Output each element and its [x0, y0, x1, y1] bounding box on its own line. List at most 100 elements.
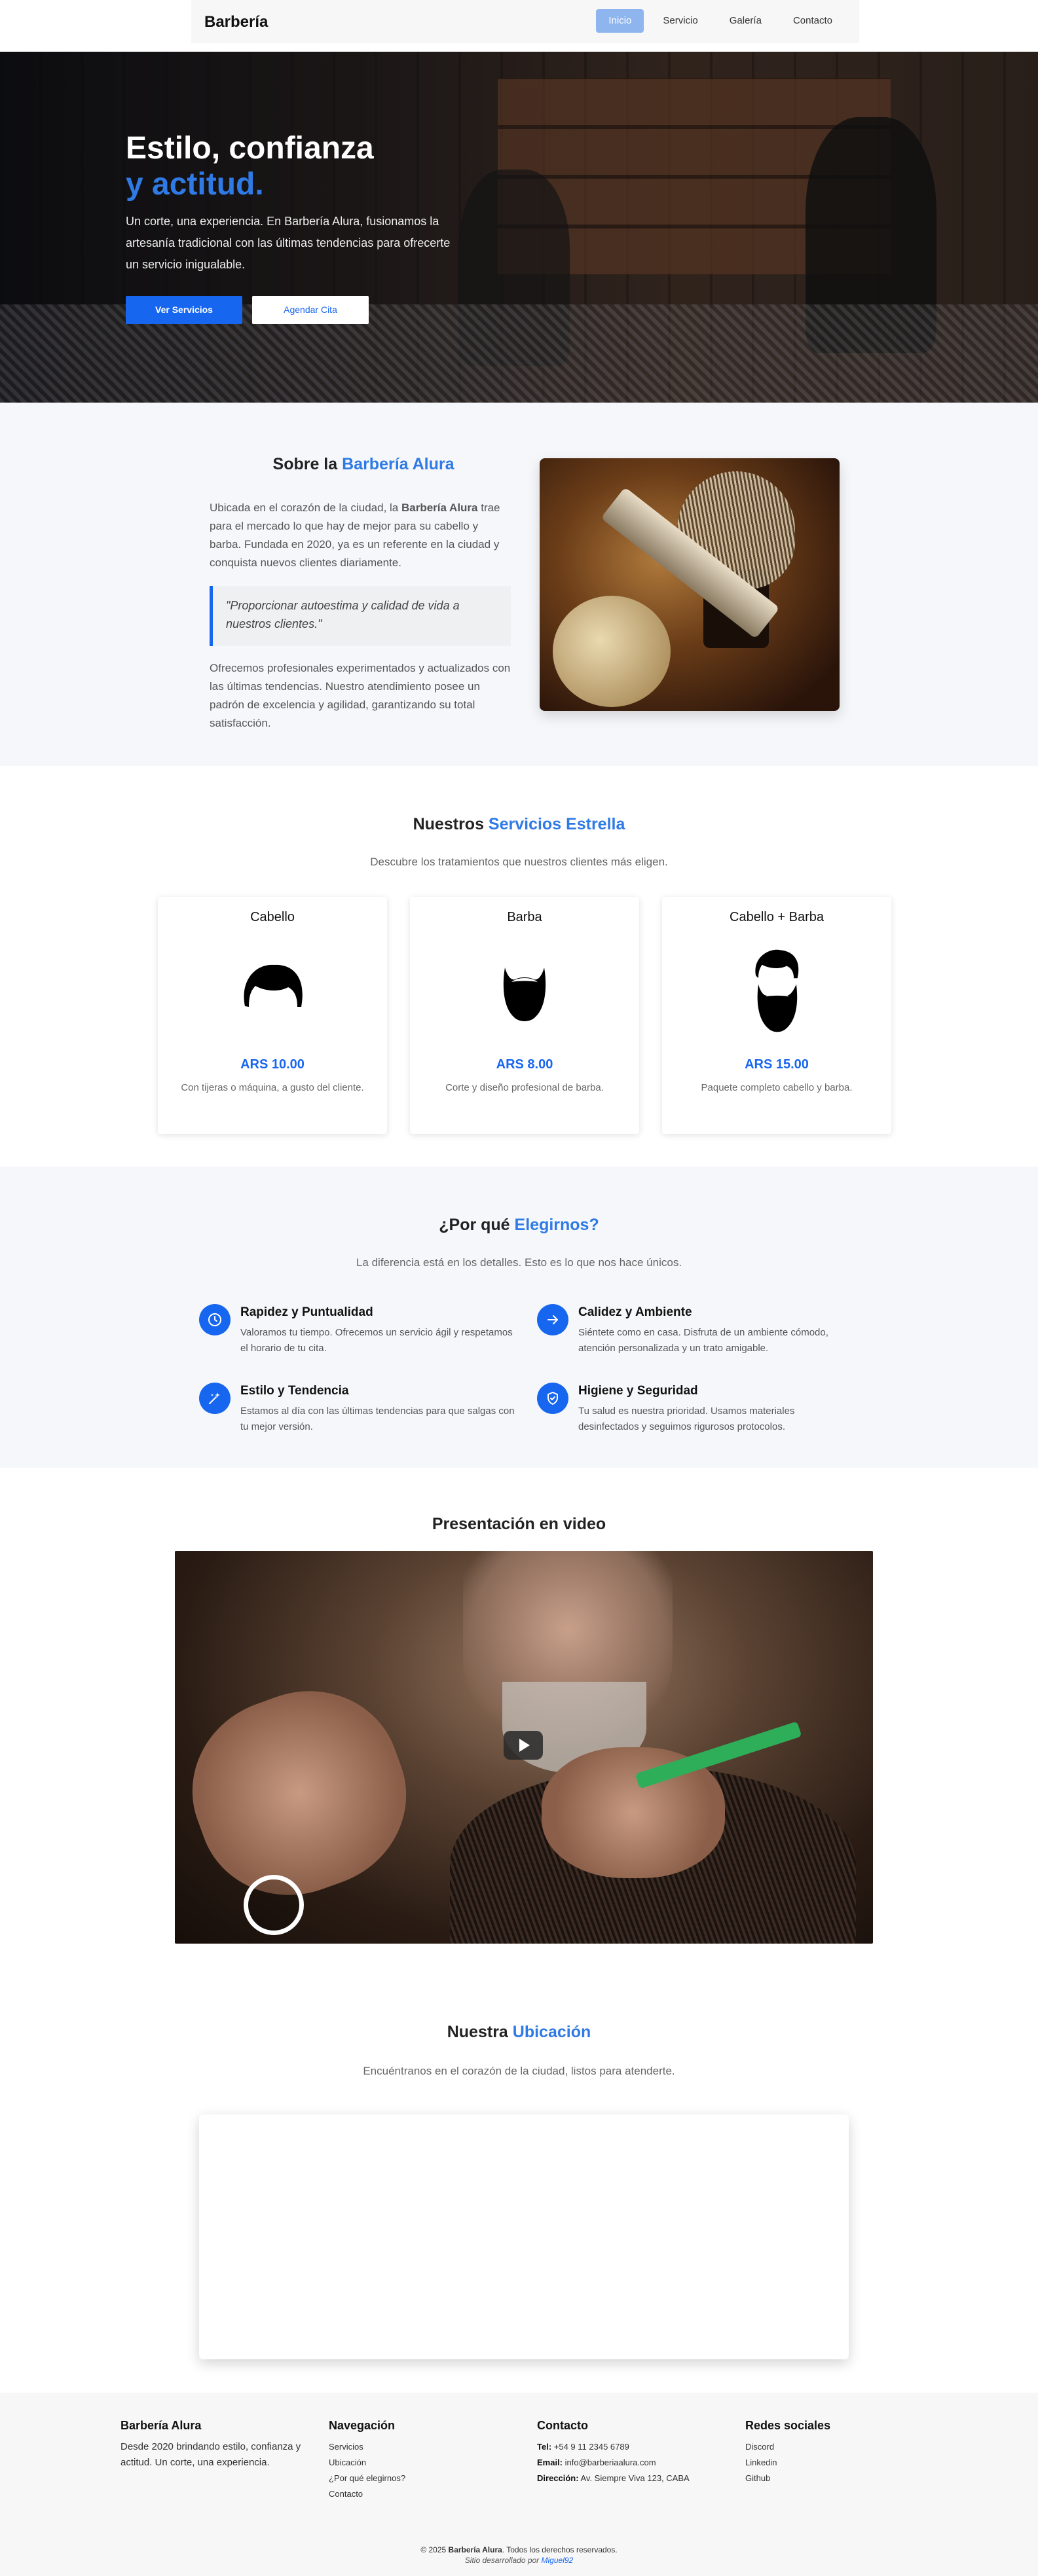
footer-address: Dirección: Av. Siempre Viva 123, CABA [537, 2471, 690, 2486]
service-card-price: ARS 15.00 [745, 1057, 809, 1072]
footer-link-github[interactable]: Github [745, 2471, 830, 2486]
hero-title-line1: Estilo, confianza [126, 131, 374, 166]
footer-brand-text: Desde 2020 brindando estilo, confianza y… [120, 2441, 301, 2468]
service-card-description: Corte y diseño profesional de barba. [445, 1082, 604, 1093]
hero-title: Estilo, confianza y actitud. [126, 130, 374, 202]
arrow-right-icon [537, 1304, 568, 1335]
beard-icon [503, 968, 546, 1021]
footer-link-servicios[interactable]: Servicios [329, 2439, 405, 2455]
why-choose-us-section: ¿Por qué Elegirnos? La diferencia está e… [0, 1167, 1038, 1468]
footer-nav-title: Navegación [329, 2419, 396, 2432]
service-card-barba[interactable]: Barba ARS 8.00 Corte y diseño profesiona… [410, 897, 639, 1134]
hair-icon [244, 964, 303, 1007]
footer-nav-column: Navegación Servicios Ubicación ¿Por qué … [329, 2419, 405, 2502]
nav-link-inicio[interactable]: Inicio [596, 9, 644, 33]
hero-description: Un corte, una experiencia. En Barbería A… [126, 215, 451, 271]
copyright-brand: Barbería Alura [448, 2545, 502, 2554]
copyright-prefix: © 2025 [420, 2545, 449, 2554]
feature-speed: Rapidez y Puntualidad Valoramos tu tiemp… [199, 1304, 513, 1356]
nav-links: Inicio Servicio Galería Contacto [596, 9, 845, 33]
about-title-highlight: Barbería Alura [342, 455, 454, 473]
footer-email: Email: info@barberiaalura.com [537, 2455, 690, 2471]
navbar-container: Barbería Inicio Servicio Galería Contact… [191, 0, 859, 43]
nav-link-galeria[interactable]: Galería [717, 9, 774, 33]
developer-credit: Sitio desarrollado por Miguel92 [0, 2555, 1038, 2566]
nav-link-contacto[interactable]: Contacto [781, 9, 845, 33]
services-title-highlight: Servicios Estrella [488, 815, 625, 833]
about-p1-text: Ubicada en el corazón de la ciudad, la [210, 501, 401, 514]
brand-logo[interactable]: Barbería [204, 13, 268, 31]
location-section: Nuestra Ubicación Encuéntranos en el cor… [0, 1978, 1038, 2393]
image-soap-bowl [553, 596, 671, 707]
location-title-prefix: Nuestra [447, 2023, 513, 2041]
map-embed[interactable] [199, 2114, 849, 2359]
feature-description: Estamos al día con las últimas tendencia… [240, 1406, 515, 1432]
footer-link-contacto[interactable]: Contacto [329, 2486, 405, 2502]
feature-hygiene: Higiene y Seguridad Tu salud es nuestra … [537, 1383, 851, 1435]
channel-logo-icon[interactable] [244, 1875, 304, 1935]
about-paragraph-2: Ofrecemos profesionales experimentados y… [210, 662, 511, 729]
service-card-cabello-barba[interactable]: Cabello + Barba ARS 15.00 Paquete comple… [662, 897, 891, 1134]
feature-style: Estilo y Tendencia Estamos al día con la… [199, 1383, 515, 1435]
footer-link-discord[interactable]: Discord [745, 2439, 830, 2455]
about-paragraph-1: Ubicada en el corazón de la ciudad, la B… [210, 499, 511, 572]
feature-description: Siéntete como en casa. Disfruta de un am… [578, 1327, 828, 1354]
footer-social-column: Redes sociales Discord Linkedin Github [745, 2419, 830, 2486]
feature-description: Valoramos tu tiempo. Ofrecemos un servic… [240, 1327, 513, 1354]
developer-link[interactable]: Miguel92 [542, 2556, 574, 2565]
why-title-prefix: ¿Por qué [439, 1216, 515, 1234]
video-section: Presentación en video [0, 1468, 1038, 1978]
book-appointment-button[interactable]: Agendar Cita [252, 296, 369, 324]
footer-copyright: © 2025 Barbería Alura. Todos los derecho… [0, 2545, 1038, 2566]
feature-title: Higiene y Seguridad [578, 1384, 698, 1398]
feature-description: Tu salud es nuestra prioridad. Usamos ma… [578, 1406, 795, 1432]
footer-contact-column: Contacto Tel: +54 9 11 2345 6789 Email: … [537, 2419, 690, 2486]
feature-title: Estilo y Tendencia [240, 1384, 349, 1398]
service-card-title: Barba [507, 910, 542, 924]
play-icon[interactable] [504, 1731, 543, 1760]
service-card-description: Con tijeras o máquina, a gusto del clien… [181, 1082, 364, 1093]
footer: Barbería Alura Desde 2020 brindando esti… [0, 2393, 1038, 2576]
hair-beard-icon [755, 949, 799, 1032]
nav-link-servicio[interactable]: Servicio [650, 9, 710, 33]
navbar: Barbería Inicio Servicio Galería Contact… [0, 0, 1038, 52]
services-title-prefix: Nuestros [413, 815, 489, 833]
footer-link-elegirnos[interactable]: ¿Por qué elegirnos? [329, 2471, 405, 2486]
footer-link-ubicacion[interactable]: Ubicación [329, 2455, 405, 2471]
service-card-title: Cabello [250, 910, 295, 924]
footer-email-value[interactable]: info@barberiaalura.com [563, 2458, 656, 2467]
view-services-button[interactable]: Ver Servicios [126, 296, 242, 324]
footer-address-label: Dirección: [537, 2473, 579, 2483]
footer-address-value: Av. Siempre Viva 123, CABA [578, 2473, 690, 2483]
why-title: ¿Por qué Elegirnos? [0, 1216, 1038, 1235]
hero-section: Estilo, confianza y actitud. Un corte, u… [0, 52, 1038, 403]
footer-phone: Tel: +54 9 11 2345 6789 [537, 2439, 690, 2455]
footer-brand-column: Barbería Alura Desde 2020 brindando esti… [120, 2419, 317, 2471]
video-player[interactable] [175, 1551, 873, 1944]
hero-title-line2: y actitud. [126, 167, 264, 202]
location-subtitle: Encuéntranos en el corazón de la ciudad,… [363, 2065, 675, 2077]
feature-title: Rapidez y Puntualidad [240, 1305, 373, 1319]
developer-credit-prefix: Sitio desarrollado por [464, 2556, 542, 2565]
video-thumbnail-hand [175, 1665, 432, 1921]
footer-link-linkedin[interactable]: Linkedin [745, 2455, 830, 2471]
service-card-cabello[interactable]: Cabello ARS 10.00 Con tijeras o máquina,… [158, 897, 387, 1134]
feature-ambience: Calidez y Ambiente Siéntete como en casa… [537, 1304, 851, 1356]
shaving-kit-image [540, 458, 840, 711]
services-subtitle: Descubre los tratamientos que nuestros c… [370, 856, 668, 868]
service-card-description: Paquete completo cabello y barba. [701, 1082, 853, 1093]
about-title-prefix: Sobre la [272, 455, 343, 473]
footer-email-label: Email: [537, 2458, 563, 2467]
about-section: Sobre la Barbería Alura Ubicada en el co… [0, 403, 1038, 766]
why-subtitle: La diferencia está en los detalles. Esto… [356, 1256, 682, 1269]
footer-social-title: Redes sociales [745, 2419, 831, 2432]
service-card-title: Cabello + Barba [730, 910, 824, 924]
footer-contact-title: Contacto [537, 2419, 588, 2432]
location-title-highlight: Ubicación [512, 2023, 591, 2041]
copyright-line: © 2025 Barbería Alura. Todos los derecho… [0, 2545, 1038, 2555]
footer-phone-label: Tel: [537, 2442, 552, 2452]
service-card-price: ARS 8.00 [496, 1057, 553, 1072]
service-card-price: ARS 10.00 [240, 1057, 305, 1072]
location-title: Nuestra Ubicación [0, 2023, 1038, 2042]
services-title: Nuestros Servicios Estrella [0, 815, 1038, 834]
